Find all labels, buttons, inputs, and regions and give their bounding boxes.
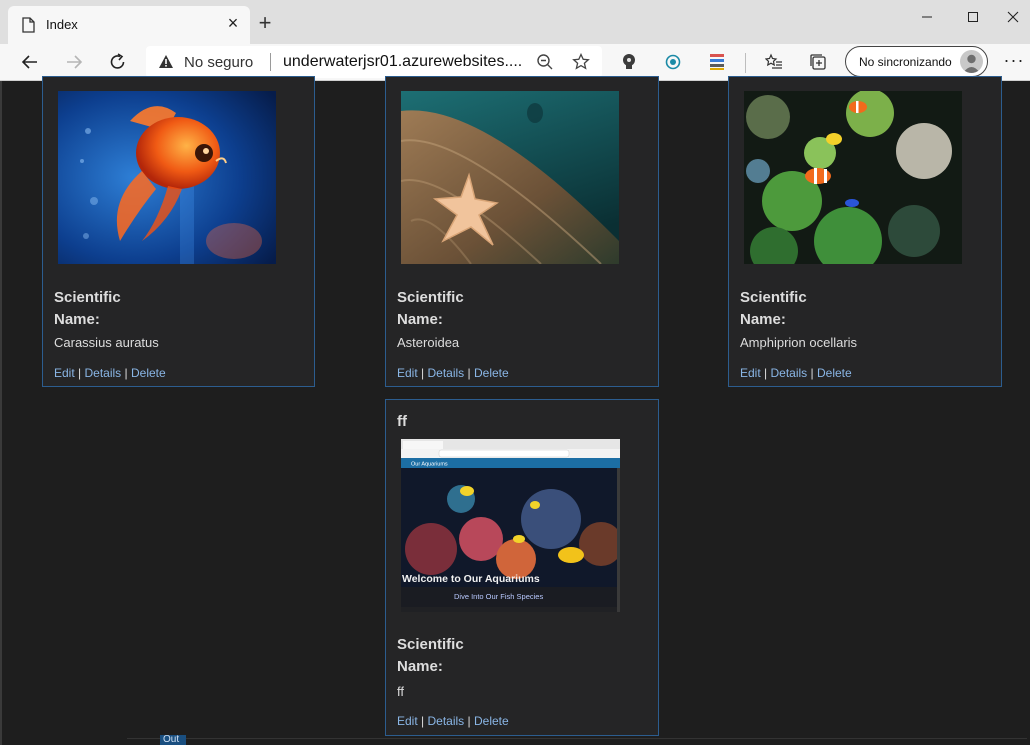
- details-link[interactable]: Details: [85, 366, 122, 380]
- star-add-icon: [572, 53, 590, 70]
- goldfish-photo: [58, 91, 276, 264]
- aquarium-site-screenshot: Our Aquariums Welcome to Our Aquariums D…: [401, 439, 620, 612]
- minimize-icon: [922, 16, 932, 18]
- lightbulb-icon: [623, 54, 635, 69]
- scientific-name-label: Scientific Name:: [397, 289, 464, 328]
- delete-link[interactable]: Delete: [817, 366, 852, 380]
- card-actions: Edit | Details | Delete: [397, 366, 509, 380]
- scientific-name-value: ff: [397, 684, 404, 699]
- refresh-button[interactable]: [104, 48, 132, 76]
- profile-avatar-icon: [960, 50, 983, 73]
- address-divider: [270, 53, 271, 71]
- favorite-button[interactable]: [570, 51, 592, 73]
- close-icon: [1007, 11, 1019, 23]
- delete-link[interactable]: Delete: [131, 366, 166, 380]
- browser-tab-index[interactable]: Index ×: [8, 6, 250, 44]
- refresh-icon: [110, 53, 125, 69]
- favorites-list-icon: [765, 53, 782, 69]
- fish-card: Scientific Name: Asteroidea Edit | Detai…: [385, 76, 659, 387]
- scientific-name-label: Scientific Name:: [397, 636, 464, 675]
- tab-title: Index: [46, 17, 78, 32]
- fish-card: ff Our Aquariums Welcome to Our Aquarium…: [385, 399, 659, 736]
- starfish-photo: [401, 91, 619, 264]
- collections-button[interactable]: [808, 52, 828, 72]
- extension-list-button[interactable]: [707, 52, 727, 72]
- zoom-out-icon: [537, 54, 553, 70]
- toolbar-divider: [745, 53, 746, 73]
- extension-target-button[interactable]: [663, 52, 683, 72]
- card-actions: Edit | Details | Delete: [740, 366, 852, 380]
- favorites-button[interactable]: [764, 52, 784, 72]
- card-actions: Edit | Details | Delete: [397, 714, 509, 728]
- window-border: [0, 81, 2, 745]
- list-icon: [710, 54, 724, 70]
- edit-link[interactable]: Edit: [54, 366, 75, 380]
- site-headline-text: Welcome to Our Aquariums: [402, 573, 540, 585]
- delete-link[interactable]: Delete: [474, 366, 509, 380]
- clownfish-reef-photo: [744, 91, 962, 264]
- forward-arrow-icon: [67, 55, 83, 69]
- extension-lightbulb-button[interactable]: [619, 52, 639, 72]
- edit-link[interactable]: Edit: [397, 714, 418, 728]
- footer-divider: [127, 738, 1027, 739]
- site-title-text: Our Aquariums: [411, 462, 448, 468]
- sync-status-label: No sincronizando: [859, 55, 952, 69]
- title-bar: Index × +: [0, 0, 1030, 44]
- details-link[interactable]: Details: [428, 366, 465, 380]
- warning-icon: [159, 55, 173, 68]
- scientific-name-value: Amphiprion ocellaris: [740, 335, 858, 350]
- close-window-button[interactable]: [996, 6, 1030, 28]
- address-bar[interactable]: No seguro underwaterjsr01.azurewebsites.…: [146, 46, 602, 78]
- back-button[interactable]: [16, 48, 44, 76]
- fish-card: Scientific Name: Amphiprion ocellaris Ed…: [728, 76, 1002, 387]
- scientific-name-value: Asteroidea: [397, 335, 460, 350]
- site-subline-text: Dive Into Our Fish Species: [454, 592, 543, 601]
- fish-card: Scientific Name: Carassius auratus Edit …: [42, 76, 315, 387]
- security-status[interactable]: No seguro: [184, 54, 253, 71]
- delete-link[interactable]: Delete: [474, 714, 509, 728]
- edit-link[interactable]: Edit: [397, 366, 418, 380]
- scientific-name-value: Carassius auratus: [54, 335, 159, 350]
- new-tab-button[interactable]: +: [254, 12, 276, 34]
- page-icon: [22, 17, 35, 33]
- edit-link[interactable]: Edit: [740, 366, 761, 380]
- forward-button[interactable]: [60, 48, 88, 76]
- card-actions: Edit | Details | Delete: [54, 366, 166, 380]
- minimize-button[interactable]: [904, 6, 950, 28]
- url-text[interactable]: underwaterjsr01.azurewebsites....: [283, 53, 522, 71]
- maximize-button[interactable]: [950, 6, 996, 28]
- footer-fragment: Out: [160, 735, 186, 745]
- details-link[interactable]: Details: [771, 366, 808, 380]
- profile-sync-button[interactable]: No sincronizando: [845, 46, 988, 77]
- tab-close-icon[interactable]: ×: [224, 14, 242, 32]
- settings-more-button[interactable]: ···: [1000, 48, 1028, 76]
- card-title: ff: [397, 413, 407, 430]
- collections-icon: [810, 54, 826, 70]
- target-icon: [665, 54, 681, 70]
- details-link[interactable]: Details: [428, 714, 465, 728]
- maximize-icon: [968, 12, 978, 22]
- back-arrow-icon: [21, 55, 37, 69]
- scientific-name-label: Scientific Name:: [54, 289, 121, 328]
- zoom-button[interactable]: [534, 51, 556, 73]
- scientific-name-label: Scientific Name:: [740, 289, 807, 328]
